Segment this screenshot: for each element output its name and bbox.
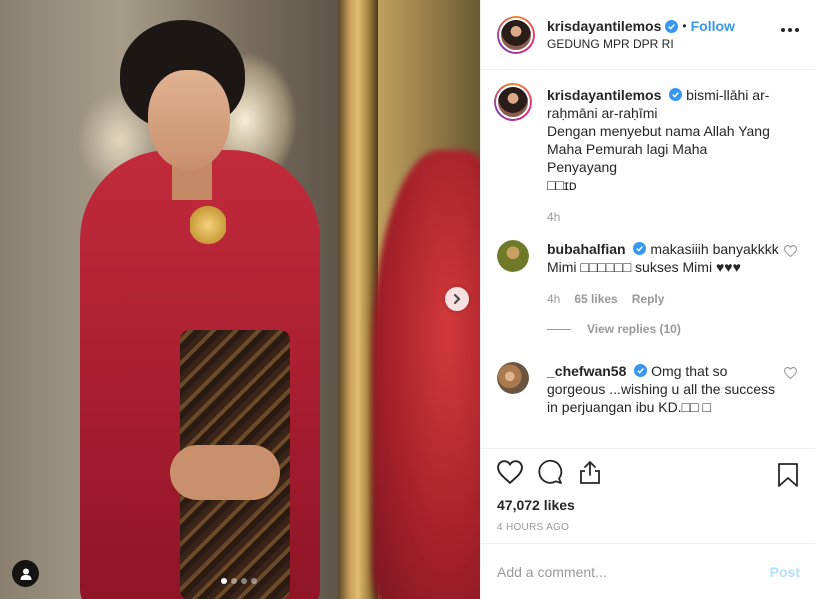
reply-button[interactable]: Reply (632, 290, 665, 308)
comment-time[interactable]: 4h (547, 290, 560, 308)
author-avatar[interactable] (497, 15, 535, 54)
post-details-panel: krisdayantilemos • Follow GEDUNG MPR DPR… (480, 0, 815, 599)
carousel-dot (251, 578, 257, 584)
comment-likes[interactable]: 65 likes (574, 290, 617, 308)
comment-item: _chefwan58 Omg that so gorgeous ...wishi… (497, 362, 799, 416)
heart-icon (497, 459, 523, 484)
caption-line-3: □□ɪᴅ (547, 177, 577, 193)
photo-brooch (190, 205, 226, 245)
caption-time[interactable]: 4h (547, 208, 560, 226)
carousel-indicator (221, 578, 257, 584)
verified-icon (665, 19, 679, 33)
commenter-avatar[interactable] (497, 240, 529, 272)
comment-button[interactable] (537, 459, 563, 490)
verified-icon (633, 242, 647, 255)
comment-input[interactable] (497, 563, 770, 580)
bookmark-icon (778, 463, 798, 487)
post-location[interactable]: GEDUNG MPR DPR RI (547, 37, 735, 51)
caption-avatar[interactable] (494, 83, 532, 121)
separator-dot: • (682, 19, 687, 33)
heart-icon (783, 367, 798, 380)
comment-icon (538, 459, 563, 484)
user-tag-button[interactable] (12, 560, 39, 587)
share-icon (580, 460, 600, 484)
chevron-right-icon (454, 294, 461, 304)
view-replies-button[interactable]: View replies (10) (547, 320, 779, 338)
user-tag-icon (20, 568, 31, 580)
more-options-button[interactable] (781, 28, 799, 32)
like-comment-button[interactable] (783, 366, 798, 384)
post-photo[interactable] (0, 0, 480, 599)
add-comment-bar: Post (481, 543, 815, 599)
share-button[interactable] (577, 459, 603, 490)
carousel-dot (241, 578, 247, 584)
post-timestamp[interactable]: 4 HOURS AGO (497, 522, 799, 533)
view-replies-label: View replies (10) (587, 322, 681, 336)
author-username[interactable]: krisdayantilemos (547, 18, 661, 34)
like-comment-button[interactable] (783, 244, 798, 262)
like-count[interactable]: 47,072 likes (497, 497, 799, 513)
heart-icon (783, 245, 798, 258)
verified-icon (669, 88, 683, 101)
comments-section: krisdayantilemos bismi-llāhi ar-raḥmāni … (481, 70, 815, 448)
save-button[interactable] (777, 462, 799, 493)
follow-button[interactable]: Follow (691, 18, 735, 34)
photo-face (148, 70, 230, 170)
carousel-dot (231, 578, 237, 584)
like-button[interactable] (497, 459, 523, 489)
comment-item: bubahalfian makasiiih banyakkkk Mimi □□□… (497, 240, 799, 338)
photo-hands (170, 445, 280, 500)
caption-username[interactable]: krisdayantilemos (547, 87, 661, 103)
post-actions: 47,072 likes 4 HOURS AGO (481, 448, 815, 533)
commenter-avatar[interactable] (497, 362, 529, 394)
next-photo-button[interactable] (445, 287, 469, 311)
post-comment-button[interactable]: Post (770, 564, 800, 580)
commenter-username[interactable]: _chefwan58 (547, 363, 626, 379)
caption-line-2: Dengan menyebut nama Allah Yang Maha Pem… (547, 123, 770, 175)
caption: krisdayantilemos bismi-llāhi ar-raḥmāni … (494, 83, 799, 226)
verified-icon (634, 364, 648, 377)
post-header: krisdayantilemos • Follow GEDUNG MPR DPR… (481, 0, 815, 70)
carousel-dot (221, 578, 227, 584)
commenter-username[interactable]: bubahalfian (547, 241, 626, 257)
more-icon (781, 28, 785, 32)
view-replies-line (547, 328, 571, 330)
